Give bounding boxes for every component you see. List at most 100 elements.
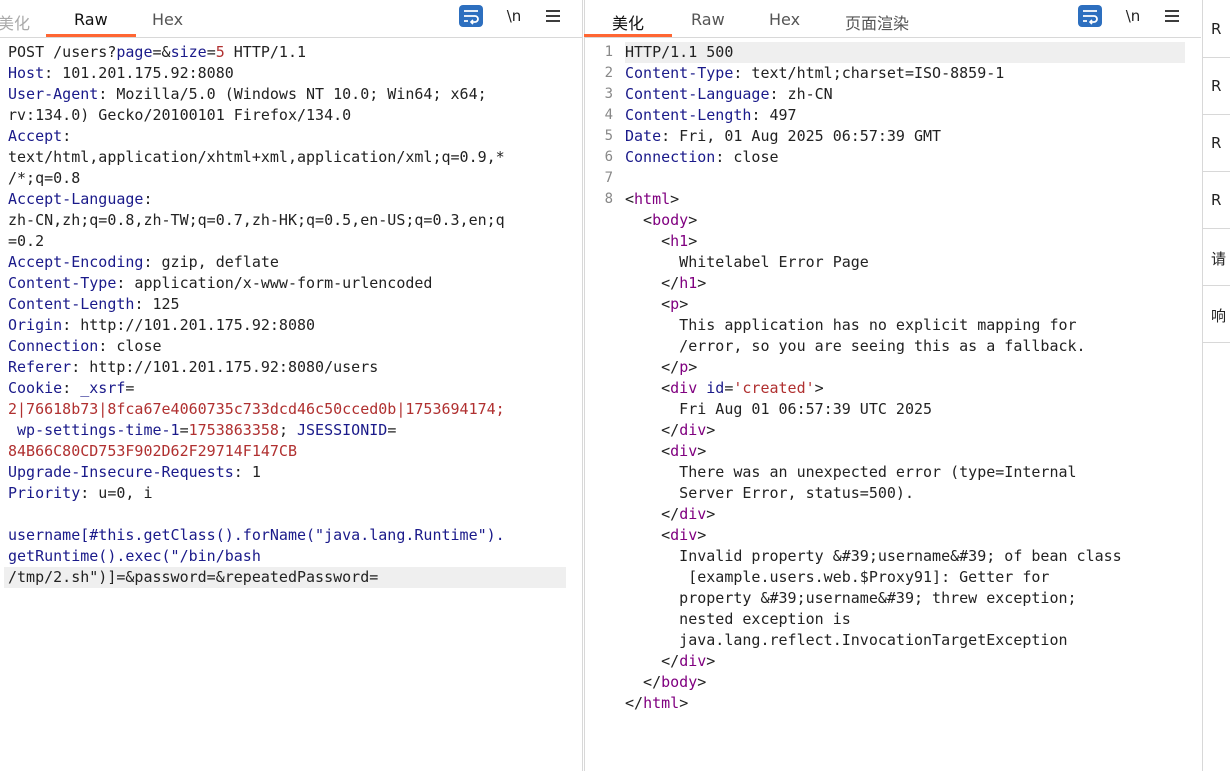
code-token: > xyxy=(688,232,698,250)
code-token: Accept-Language xyxy=(8,190,144,208)
code-token: =0.2 xyxy=(8,232,45,250)
response-line: HTTP/1.1 500 xyxy=(625,42,1185,63)
inspector-section-item[interactable]: 请 xyxy=(1211,248,1226,269)
tab-pretty[interactable]: 美化 xyxy=(0,10,30,34)
code-token: : zh-CN xyxy=(769,85,833,103)
code-token: HTTP/1.1 500 xyxy=(625,43,734,61)
response-line: Invalid property &#39;username&#39; of b… xyxy=(625,546,1201,567)
line-number xyxy=(585,651,619,672)
request-line: text/html,application/xhtml+xml,applicat… xyxy=(8,147,582,168)
response-tab-bar: 美化 Raw Hex 页面渲染 \n xyxy=(583,0,1201,38)
inspector-side-strip: R R R R 请响 xyxy=(1202,0,1230,771)
code-token: h1 xyxy=(679,274,698,292)
code-token: : xyxy=(143,190,153,208)
code-token: nested exception is xyxy=(625,610,851,628)
code-token: > xyxy=(697,442,707,460)
code-token: = xyxy=(125,379,135,397)
hamburger-menu-icon[interactable] xyxy=(1163,5,1181,27)
tab-hex[interactable]: Hex xyxy=(769,10,800,29)
code-token: div xyxy=(679,421,707,439)
code-token: html xyxy=(643,694,680,712)
inspector-divider xyxy=(1203,228,1230,229)
response-line: <h1> xyxy=(625,231,1201,252)
request-editor-pane: 美化 Raw Hex \n POST /users?page=&size=5 H… xyxy=(0,0,583,771)
line-number xyxy=(585,252,619,273)
code-token: < xyxy=(625,526,671,544)
code-token: : close xyxy=(715,148,779,166)
response-line: </h1> xyxy=(625,273,1201,294)
response-line: Fri Aug 01 06:57:39 UTC 2025 xyxy=(625,399,1201,420)
inspector-divider xyxy=(1203,114,1230,115)
code-token: rv:134.0) Gecko/20100101 Firefox/134.0 xyxy=(8,106,352,124)
wrap-lines-icon[interactable] xyxy=(1078,5,1102,27)
code-token: getRuntime().exec("/bin/bash xyxy=(8,547,261,565)
line-number xyxy=(585,399,619,420)
code-token: p xyxy=(679,358,689,376)
hamburger-menu-icon[interactable] xyxy=(544,5,562,27)
response-body[interactable]: HTTP/1.1 500 Content-Type: text/html;char… xyxy=(625,42,1201,714)
line-number xyxy=(585,672,619,693)
line-number xyxy=(585,378,619,399)
code-token: </ xyxy=(625,673,662,691)
line-number: 4 xyxy=(604,107,613,123)
newline-toggle-icon[interactable]: \n xyxy=(1123,5,1143,27)
line-number xyxy=(585,609,619,630)
line-number xyxy=(585,483,619,504)
line-number: 5 xyxy=(604,128,613,144)
tab-hex[interactable]: Hex xyxy=(152,10,183,29)
code-token: > xyxy=(706,652,716,670)
code-token: Content-Type xyxy=(8,274,117,292)
code-token: text/html,application/xhtml+xml,applicat… xyxy=(8,148,505,166)
response-editor-pane: 美化 Raw Hex 页面渲染 \n 1 2 3 4 5 6 7 8 HTTP/1.1 500… xyxy=(583,0,1201,771)
code-token: /*;q=0.8 xyxy=(8,169,81,187)
request-line: Accept-Encoding: gzip, deflate xyxy=(8,252,582,273)
newline-toggle-icon[interactable]: \n xyxy=(504,5,524,27)
code-token: size xyxy=(170,43,207,61)
tab-pretty[interactable]: 美化 xyxy=(583,10,673,37)
response-line: Content-Type: text/html;charset=ISO-8859… xyxy=(625,63,1201,84)
code-token: = xyxy=(179,421,189,439)
code-token: </ xyxy=(625,421,680,439)
code-token: </ xyxy=(625,694,644,712)
request-line: 84B66C80CD753F902D62F29714F147CB xyxy=(8,441,582,462)
line-number: 6 xyxy=(604,149,613,165)
response-line: </body> xyxy=(625,672,1201,693)
response-line: <div> xyxy=(625,441,1201,462)
code-token: page xyxy=(116,43,153,61)
line-number xyxy=(585,462,619,483)
response-line: This application has no explicit mapping… xyxy=(625,315,1201,336)
request-line: Upgrade-Insecure-Requests: 1 xyxy=(8,462,582,483)
inspector-section-item[interactable]: R xyxy=(1211,77,1221,95)
line-number xyxy=(585,441,619,462)
code-token: 'created' xyxy=(733,379,815,397)
response-line: There was an unexpected error (type=Inte… xyxy=(625,462,1201,483)
request-line: Accept: xyxy=(8,126,582,147)
code-token: : xyxy=(62,127,72,145)
code-token: wp-settings-time-1 xyxy=(8,421,180,439)
wrap-lines-icon[interactable] xyxy=(459,5,483,27)
inspector-divider xyxy=(1203,342,1230,343)
tab-raw[interactable]: Raw xyxy=(691,10,725,29)
code-token: div xyxy=(679,505,707,523)
inspector-section-item[interactable]: 响 xyxy=(1211,305,1226,326)
request-line: User-Agent: Mozilla/5.0 (Windows NT 10.0… xyxy=(8,84,582,105)
response-line: <body> xyxy=(625,210,1201,231)
code-token: Invalid property &#39;username&#39; of b… xyxy=(625,547,1122,565)
code-token: POST /users? xyxy=(8,43,117,61)
tab-render[interactable]: 页面渲染 xyxy=(845,10,909,34)
response-line: <html> xyxy=(625,189,1201,210)
response-line: <div id='created'> xyxy=(625,378,1201,399)
tab-raw[interactable]: Raw xyxy=(46,10,136,37)
inspector-section-item[interactable]: R xyxy=(1211,134,1221,152)
response-line: Date: Fri, 01 Aug 2025 06:57:39 GMT xyxy=(625,126,1201,147)
inspector-section-item[interactable]: R xyxy=(1211,191,1221,209)
code-token: < xyxy=(625,232,671,250)
request-body[interactable]: POST /users?page=&size=5 HTTP/1.1 Host: 1… xyxy=(4,42,582,588)
code-token: </ xyxy=(625,652,680,670)
code-token: > xyxy=(697,673,707,691)
code-token: Whitelabel Error Page xyxy=(625,253,869,271)
code-token: : Fri, 01 Aug 2025 06:57:39 GMT xyxy=(661,127,942,145)
inspector-section-item[interactable]: R xyxy=(1211,20,1221,38)
request-line: 2|76618b73|8fca67e4060735c733dcd46c50cce… xyxy=(8,399,582,420)
